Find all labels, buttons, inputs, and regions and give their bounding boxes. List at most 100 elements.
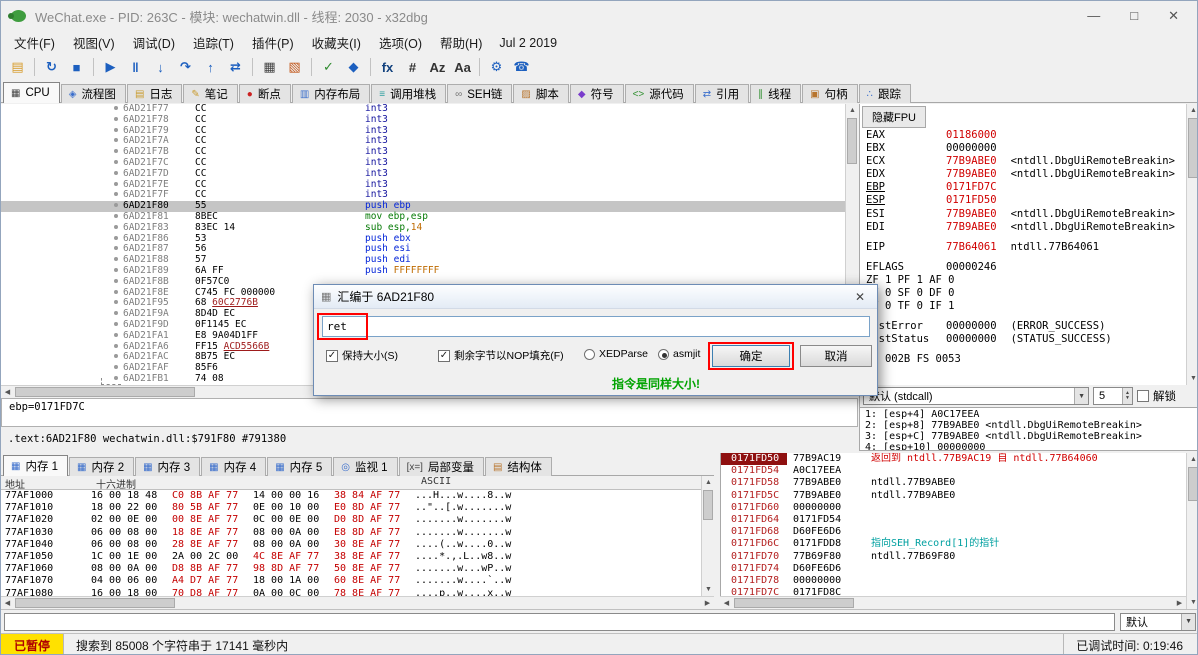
restart-icon[interactable]: ↻: [40, 56, 63, 78]
breakpoint-gutter[interactable]: [1, 223, 123, 234]
breakpoint-gutter[interactable]: [1, 331, 123, 342]
scroll-up-icon[interactable]: ▲: [846, 104, 859, 117]
strings-icon[interactable]: Az: [426, 56, 449, 78]
breakpoint-gutter[interactable]: [1, 158, 123, 169]
patches-icon[interactable]: ▧: [283, 56, 306, 78]
breakpoint-gutter[interactable]: [1, 147, 123, 158]
dump-vscrollbar[interactable]: ▲ ▼: [701, 476, 714, 596]
scroll-up-icon[interactable]: ▲: [702, 476, 715, 489]
dump-row[interactable]: 77AF104006 00 08 0028 8E AF 7708 00 0A 0…: [1, 539, 701, 551]
argument-row[interactable]: 1: [esp+4] A0C17EEA: [865, 409, 1194, 420]
bottom-tab-内存 5[interactable]: ▦内存 5: [267, 457, 332, 476]
comments-icon[interactable]: #: [401, 56, 424, 78]
stack-panel[interactable]: 0171FD5077B9AC19返回到 ntdll.77B9AC19 自 ntd…: [720, 453, 1186, 596]
dump-row[interactable]: 77AF107004 00 06 00A4 D7 AF 7718 00 1A 0…: [1, 575, 701, 587]
breakpoint-gutter[interactable]: [1, 288, 123, 299]
disasm-row[interactable]: 6AD21F78CCint3: [1, 115, 845, 126]
breakpoint-gutter[interactable]: [1, 363, 123, 374]
close-button[interactable]: ✕: [1168, 8, 1179, 24]
register-row[interactable]: LastError00000000(ERROR_SUCCESS): [860, 320, 1186, 333]
breakpoint-gutter[interactable]: [1, 320, 123, 331]
bottom-tab-监视 1[interactable]: ◎监视 1: [333, 457, 397, 476]
dump-row[interactable]: 77AF101018 00 22 0080 5B AF 770E 00 10 0…: [1, 502, 701, 514]
bottom-tab-内存 3[interactable]: ▦内存 3: [135, 457, 200, 476]
menu-item[interactable]: 文件(F): [5, 31, 64, 54]
profile-select[interactable]: 默认 ▼: [1120, 613, 1196, 631]
view-tab-SEH链[interactable]: ∞SEH链: [447, 84, 512, 103]
scroll-thumb[interactable]: [734, 598, 854, 608]
breakpoint-gutter[interactable]: [1, 190, 123, 201]
stack-row[interactable]: 0171FD6C0171FDD8指向SEH_Record[1]的指针: [721, 538, 1186, 550]
breakpoint-gutter[interactable]: [1, 126, 123, 137]
breakpoint-gutter[interactable]: [1, 277, 123, 288]
breakpoint-gutter[interactable]: [1, 266, 123, 277]
breakpoint-gutter[interactable]: [1, 309, 123, 320]
disasm-row[interactable]: 6AD21F8383EC 14sub esp,14: [1, 223, 845, 234]
attach-phone-icon[interactable]: ☎: [510, 56, 533, 78]
stack-vscrollbar[interactable]: ▲ ▼: [1186, 453, 1198, 609]
scroll-thumb[interactable]: [847, 118, 857, 164]
view-tab-脚本[interactable]: ▨脚本: [513, 84, 568, 103]
breakpoint-gutter[interactable]: [1, 136, 123, 147]
disasm-row[interactable]: 6AD21F7DCCint3: [1, 169, 845, 180]
dialog-close-icon[interactable]: ✕: [850, 290, 870, 304]
memory-dump-panel[interactable]: 地址 十六进制 ASCII 77AF100016 00 18 48C0 8B A…: [1, 476, 701, 609]
dump-row[interactable]: 77AF103006 00 08 0018 8E AF 7708 00 0A 0…: [1, 527, 701, 539]
dump-row[interactable]: 77AF100016 00 18 48C0 8B AF 7714 00 00 1…: [1, 490, 701, 502]
view-tab-调用堆栈[interactable]: ≡调用堆栈: [371, 84, 446, 103]
stack-row[interactable]: 0171FD7C0171FD8C: [721, 587, 1186, 596]
registers-vscrollbar[interactable]: ▲ ▼: [1186, 104, 1198, 385]
register-row[interactable]: GS 002B FS 0053: [860, 353, 1186, 366]
register-row[interactable]: EBP0171FD7C: [860, 181, 1186, 194]
calling-convention-select[interactable]: 默认 (stdcall) ▼: [863, 387, 1089, 405]
register-row[interactable]: EDX77B9ABE0<ntdll.DbgUiRemoteBreakin>: [860, 168, 1186, 181]
scroll-thumb[interactable]: [15, 598, 175, 608]
scroll-down-icon[interactable]: ▼: [1187, 596, 1198, 609]
stack-row[interactable]: 0171FD54A0C17EEA: [721, 465, 1186, 477]
cancel-button[interactable]: 取消: [800, 345, 872, 367]
stack-row[interactable]: 0171FD5077B9AC19返回到 ntdll.77B9AC19 自 ntd…: [721, 453, 1186, 465]
run-to-user-code-icon[interactable]: ⇄: [224, 56, 247, 78]
text-search-icon[interactable]: Aa: [451, 56, 474, 78]
menu-item[interactable]: 选项(O): [370, 31, 431, 54]
menu-item[interactable]: 收藏夹(I): [303, 31, 370, 54]
menu-item[interactable]: 插件(P): [243, 31, 303, 54]
register-row[interactable]: LastStatus00000000(STATUS_SUCCESS): [860, 333, 1186, 346]
open-file-icon[interactable]: ▤: [6, 56, 29, 78]
scroll-thumb[interactable]: [1188, 118, 1198, 178]
register-row[interactable]: ZF 1 PF 1 AF 0: [860, 274, 1186, 287]
dump-hscrollbar[interactable]: ◀ ▶: [1, 596, 714, 609]
view-tab-源代码[interactable]: <>源代码: [625, 84, 694, 103]
register-row[interactable]: CF 0 TF 0 IF 1: [860, 300, 1186, 313]
maximize-button[interactable]: □: [1130, 8, 1138, 24]
view-tab-内存布局[interactable]: ▥内存布局: [292, 84, 370, 103]
menu-item[interactable]: 追踪(T): [184, 31, 243, 54]
bottom-tab-局部变量[interactable]: [x=]局部变量: [399, 457, 484, 476]
breakpoint-gutter[interactable]: [1, 169, 123, 180]
run-icon[interactable]: ▶: [99, 56, 122, 78]
scroll-up-icon[interactable]: ▲: [1187, 104, 1198, 117]
scroll-down-icon[interactable]: ▼: [1187, 372, 1198, 385]
argument-row[interactable]: 4: [esp+10] 00000000: [865, 442, 1194, 451]
view-tab-笔记[interactable]: ✎笔记: [183, 84, 237, 103]
scroll-thumb[interactable]: [15, 387, 195, 397]
breakpoint-gutter[interactable]: [1, 115, 123, 126]
step-over-icon[interactable]: ↷: [174, 56, 197, 78]
functions-icon[interactable]: fx: [376, 56, 399, 78]
breakpoint-gutter[interactable]: [1, 298, 123, 309]
register-row[interactable]: EBX00000000: [860, 142, 1186, 155]
minimize-button[interactable]: —: [1087, 8, 1100, 24]
step-into-icon[interactable]: ↓: [149, 56, 172, 78]
arg-count-spinner[interactable]: 5 ▲▼: [1093, 387, 1133, 405]
asmjit-radio[interactable]: asmjit: [658, 348, 700, 360]
register-row[interactable]: ESP0171FD50: [860, 194, 1186, 207]
argument-row[interactable]: 3: [esp+C] 77B9ABE0 <ntdll.DbgUiRemoteBr…: [865, 431, 1194, 442]
registers-panel[interactable]: 隐藏FPU EAX01186000EBX00000000ECX77B9ABE0<…: [859, 104, 1186, 385]
view-tab-线程[interactable]: ∥线程: [750, 84, 801, 103]
view-tab-流程图[interactable]: ◈流程图: [61, 84, 126, 103]
stack-row[interactable]: 0171FD6000000000: [721, 502, 1186, 514]
register-row[interactable]: OF 0 SF 0 DF 0: [860, 287, 1186, 300]
step-out-icon[interactable]: ↑: [199, 56, 222, 78]
dump-row[interactable]: 77AF106008 00 0A 00D8 8B AF 7798 8D AF 7…: [1, 563, 701, 575]
scroll-up-icon[interactable]: ▲: [1187, 453, 1198, 466]
